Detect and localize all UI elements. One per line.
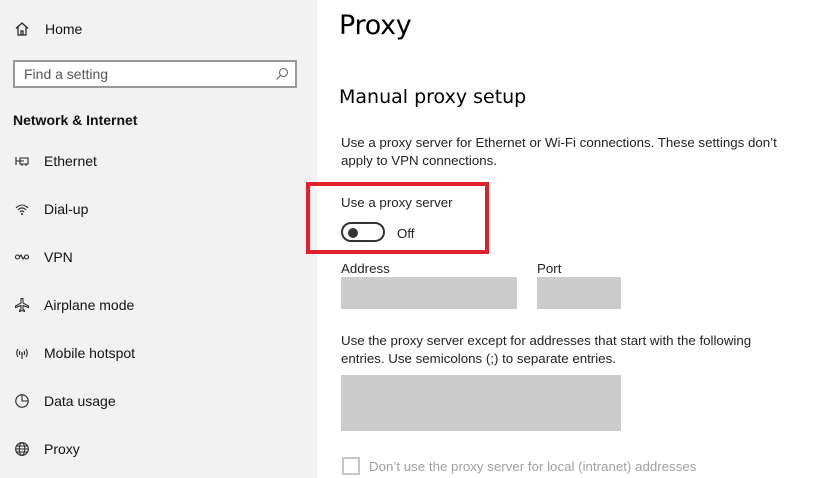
use-proxy-toggle[interactable] <box>341 222 385 242</box>
toggle-knob <box>348 228 358 238</box>
sidebar: Home Network & Internet Ethernet Dial-up… <box>0 0 317 478</box>
exceptions-field[interactable] <box>341 375 621 431</box>
home-icon <box>13 20 31 38</box>
page-title: Proxy <box>339 10 412 41</box>
proxy-description: Use a proxy server for Ethernet or Wi-Fi… <box>341 135 777 168</box>
home-label: Home <box>45 21 83 37</box>
sidebar-item-label: Proxy <box>44 441 80 457</box>
search-input[interactable] <box>15 65 269 83</box>
address-field[interactable] <box>341 277 517 309</box>
sidebar-item-label: VPN <box>44 249 73 265</box>
sidebar-item-label: Data usage <box>44 393 116 409</box>
section-title: Manual proxy setup <box>339 86 527 108</box>
ethernet-icon <box>13 152 31 170</box>
vpn-icon <box>13 248 31 266</box>
use-proxy-label: Use a proxy server <box>341 195 453 210</box>
sidebar-item-label: Airplane mode <box>44 297 135 313</box>
address-label: Address <box>341 261 390 276</box>
sidebar-item-label: Ethernet <box>44 153 97 169</box>
sidebar-item-proxy[interactable]: Proxy <box>13 437 80 461</box>
hotspot-icon <box>13 344 31 362</box>
toggle-state-label: Off <box>397 226 415 241</box>
airplane-icon <box>13 296 31 314</box>
local-addresses-checkbox[interactable] <box>342 457 360 475</box>
sidebar-item-airplane-mode[interactable]: Airplane mode <box>13 293 134 317</box>
globe-icon <box>13 440 31 458</box>
sidebar-item-ethernet[interactable]: Ethernet <box>13 149 97 173</box>
port-field[interactable] <box>537 277 621 309</box>
sidebar-item-dial-up[interactable]: Dial-up <box>13 197 88 221</box>
sidebar-item-vpn[interactable]: VPN <box>13 245 73 269</box>
sidebar-item-label: Mobile hotspot <box>44 345 136 361</box>
port-label: Port <box>537 261 562 276</box>
exceptions-description: Use the proxy server except for addresse… <box>341 333 752 366</box>
sidebar-item-data-usage[interactable]: Data usage <box>13 389 116 413</box>
main-content: Proxy Manual proxy setup Use a proxy ser… <box>306 0 815 478</box>
search-icon[interactable] <box>269 67 295 81</box>
search-box[interactable] <box>13 60 297 88</box>
local-addresses-label: Don’t use the proxy server for local (in… <box>369 459 697 474</box>
sidebar-item-mobile-hotspot[interactable]: Mobile hotspot <box>13 341 135 365</box>
dial-up-icon <box>13 200 31 218</box>
data-usage-icon <box>13 392 31 410</box>
sidebar-section-title: Network & Internet <box>13 112 138 128</box>
highlight-annotation <box>306 182 489 254</box>
home-nav-item[interactable]: Home <box>13 18 82 40</box>
sidebar-item-label: Dial-up <box>44 201 89 217</box>
